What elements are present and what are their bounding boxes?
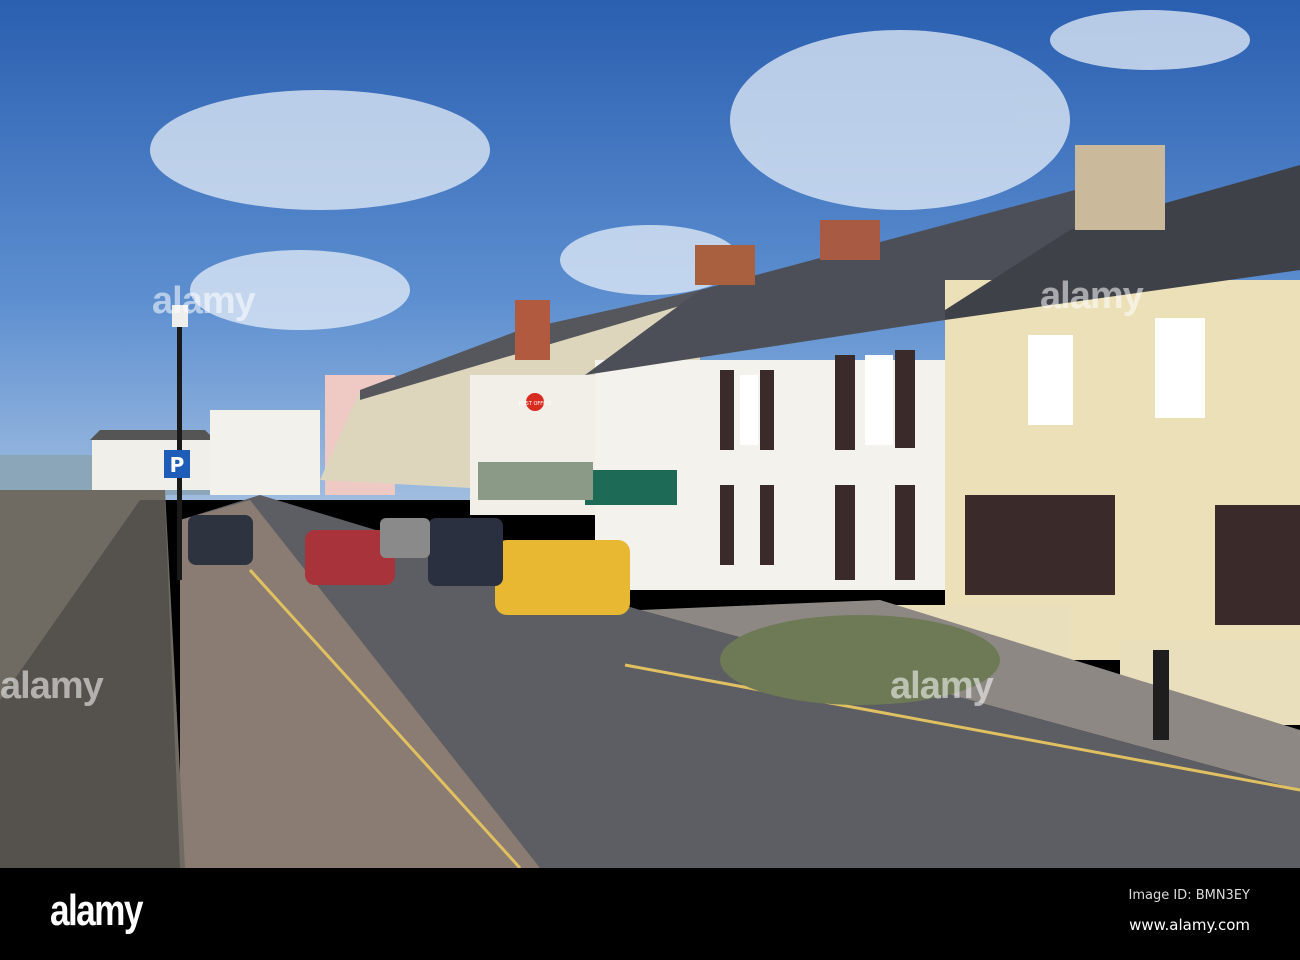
- green-awning: [585, 470, 677, 505]
- bollard: [1153, 650, 1169, 740]
- alamy-logo: alamy: [50, 886, 143, 935]
- website-link[interactable]: www.alamy.com: [1129, 916, 1250, 934]
- svg-text:P: P: [170, 453, 185, 477]
- watermark: alamy: [890, 665, 994, 707]
- watermark: alamy: [0, 665, 104, 707]
- striped-awning: [478, 462, 593, 500]
- street-photo: POST OFFICE P: [0, 0, 1300, 868]
- svg-text:POST OFFICE: POST OFFICE: [519, 401, 552, 407]
- stock-photo: POST OFFICE P alamy alamy alamy alamy al…: [0, 0, 1300, 960]
- footer-bar: alamy Image ID: BMN3EY www.alamy.com: [0, 868, 1300, 960]
- watermark: alamy: [152, 280, 256, 322]
- image-id: Image ID: BMN3EY: [1128, 888, 1251, 903]
- watermark: alamy: [1040, 275, 1144, 317]
- yellow-car: [495, 540, 630, 615]
